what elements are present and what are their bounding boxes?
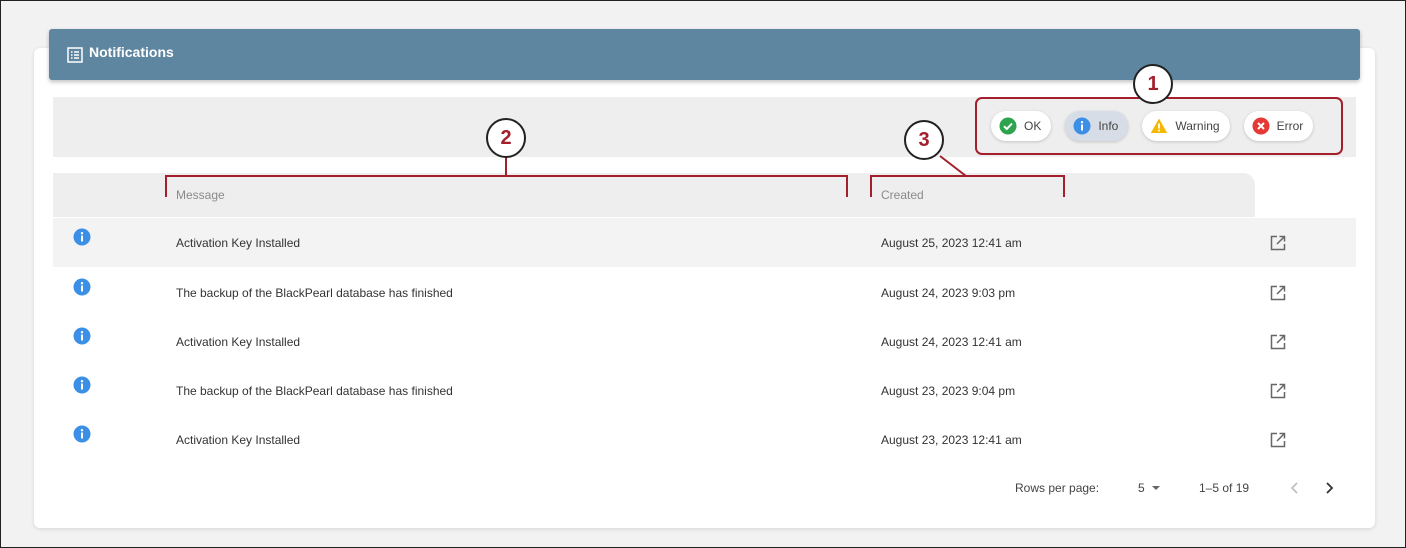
row-message: The backup of the BlackPearl database ha… [176,286,453,300]
info-circle-icon [73,376,91,394]
filter-error-label: Error [1276,119,1304,133]
severity-filter-group: OK Info Warning Error [975,97,1343,155]
row-created: August 25, 2023 12:41 am [881,236,1022,250]
row-message: The backup of the BlackPearl database ha… [176,384,453,398]
table-row[interactable]: The backup of the BlackPearl database ha… [53,366,1356,415]
filter-info-label: Info [1098,119,1119,133]
error-circle-icon [1252,117,1270,135]
table-row[interactable]: The backup of the BlackPearl database ha… [53,268,1356,317]
filter-info-chip[interactable]: Info [1065,111,1129,141]
row-message: Activation Key Installed [176,335,301,349]
info-circle-icon [73,278,91,296]
row-created: August 24, 2023 12:41 am [881,335,1022,349]
message-bracket [165,175,848,197]
info-circle-icon [73,228,91,246]
filter-warning-chip[interactable]: Warning [1142,111,1230,141]
chevron-down-icon [1151,481,1161,495]
table-row[interactable]: Activation Key Installed August 25, 2023… [53,218,1356,267]
callout-1: 1 [1133,64,1173,104]
callout-3: 3 [904,120,944,160]
info-circle-icon [73,425,91,443]
warning-triangle-icon [1150,117,1168,135]
filter-ok-chip[interactable]: OK [991,111,1052,141]
table-row[interactable]: Activation Key Installed August 23, 2023… [53,415,1356,464]
row-created: August 24, 2023 9:03 pm [881,286,1016,300]
created-bracket [870,175,1065,197]
row-message: Activation Key Installed [176,433,301,447]
row-created: August 23, 2023 12:41 am [881,433,1022,447]
info-circle-icon [73,327,91,345]
open-in-new-icon[interactable] [1269,431,1287,449]
pagination-range: 1–5 of 19 [1199,481,1250,495]
chevron-right-icon [1324,482,1334,497]
filter-ok-label: OK [1024,119,1042,133]
table-row[interactable]: Activation Key Installed August 24, 2023… [53,317,1356,366]
prev-page-button[interactable] [1290,482,1300,497]
open-in-new-icon[interactable] [1269,333,1287,351]
check-circle-icon [999,117,1017,135]
filter-warning-label: Warning [1175,119,1220,133]
callout-2: 2 [486,118,526,158]
info-circle-icon [1073,117,1091,135]
open-in-new-icon[interactable] [1269,284,1287,302]
row-created: August 23, 2023 9:04 pm [881,384,1016,398]
rows-per-page-value: 5 [1138,481,1145,495]
open-in-new-icon[interactable] [1269,382,1287,400]
list-icon [67,46,83,63]
page-title: Notifications [89,43,174,60]
rows-per-page-label: Rows per page: [1015,481,1100,495]
row-message: Activation Key Installed [176,236,301,250]
chevron-left-icon [1290,482,1300,497]
open-in-new-icon[interactable] [1269,234,1287,252]
next-page-button[interactable] [1324,482,1334,497]
filter-error-chip[interactable]: Error [1243,111,1314,141]
rows-per-page-select[interactable]: 5 [1138,481,1161,495]
